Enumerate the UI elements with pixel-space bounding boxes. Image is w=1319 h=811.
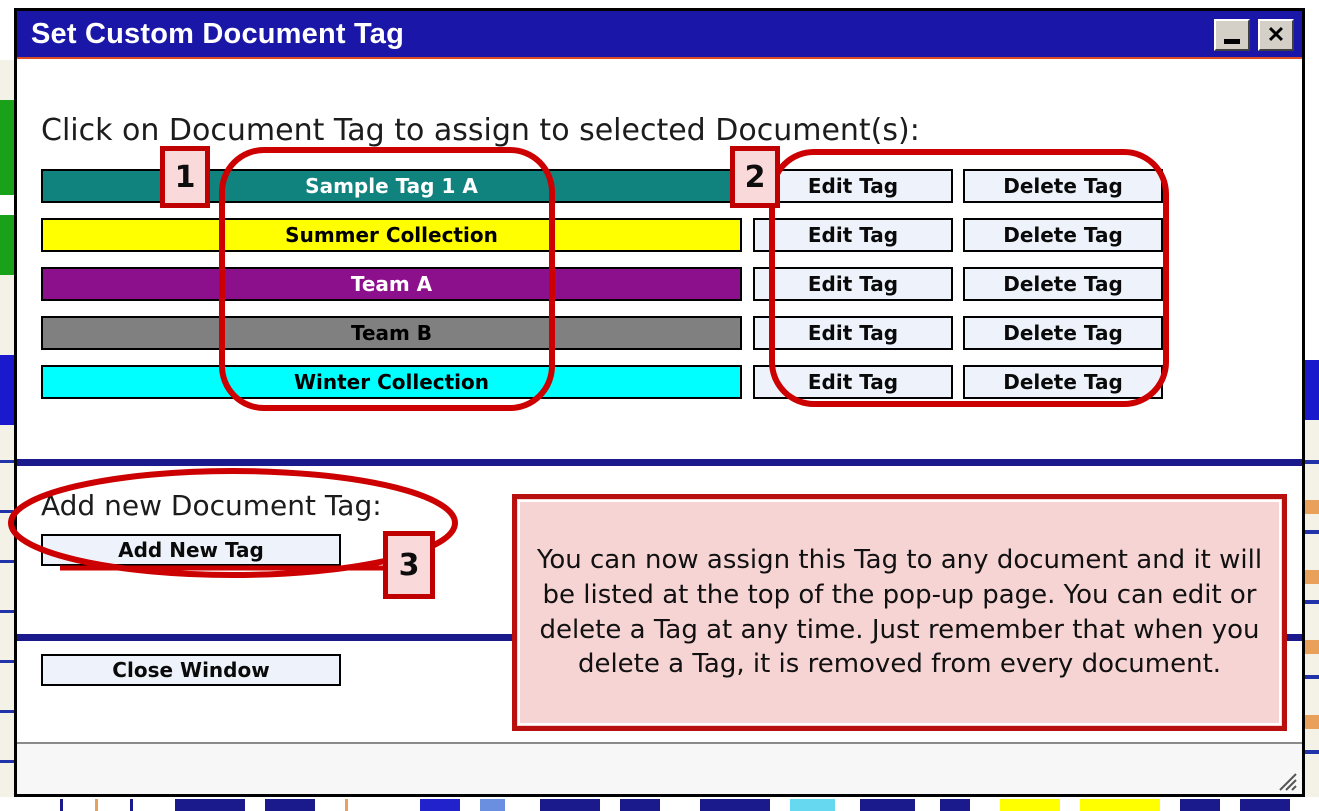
- bleed-chip: [0, 760, 14, 763]
- minimize-icon: [1224, 38, 1240, 44]
- callout-badge-1: 1: [160, 146, 210, 208]
- edit-tag-button[interactable]: Edit Tag: [753, 267, 953, 301]
- bleed-chip: [1305, 750, 1319, 754]
- edit-tag-button[interactable]: Edit Tag: [753, 169, 953, 203]
- close-button[interactable]: ✕: [1258, 19, 1294, 51]
- bleed-chip: [0, 710, 14, 713]
- background-sheet-left: [0, 60, 14, 800]
- close-icon: ✕: [1266, 22, 1286, 47]
- bleed-chip: [1305, 60, 1319, 360]
- status-bar: [17, 742, 1302, 794]
- bleed-chip: [0, 215, 14, 275]
- tag-button[interactable]: Team B: [41, 316, 742, 350]
- tag-button[interactable]: Team A: [41, 267, 742, 301]
- tag-button[interactable]: Summer Collection: [41, 218, 742, 252]
- add-new-tag-button[interactable]: Add New Tag: [41, 534, 341, 566]
- bleed-chip: [0, 100, 14, 195]
- bleed-chip: [1305, 500, 1319, 514]
- bleed-chip: [1305, 570, 1319, 584]
- bleed-chip: [0, 660, 14, 663]
- background-sheet-right: [1305, 60, 1319, 800]
- close-window-button[interactable]: Close Window: [41, 654, 341, 686]
- window-title: Set Custom Document Tag: [31, 18, 405, 50]
- delete-tag-button[interactable]: Delete Tag: [963, 218, 1163, 252]
- bleed-chip: [1305, 460, 1319, 464]
- tag-list: Sample Tag 1 A Edit Tag Delete Tag Summer C…: [41, 169, 1171, 414]
- resize-grip-icon[interactable]: [1274, 768, 1298, 792]
- tag-row: Winter Collection Edit Tag Delete Tag: [41, 365, 1171, 399]
- bleed-chip: [1305, 715, 1319, 729]
- callout-badge-3: 3: [383, 531, 435, 599]
- callout-badge-2: 2: [730, 146, 780, 208]
- bleed-chip: [1305, 530, 1319, 534]
- tag-row: Team B Edit Tag Delete Tag: [41, 316, 1171, 350]
- edit-tag-button[interactable]: Edit Tag: [753, 365, 953, 399]
- tag-row: Team A Edit Tag Delete Tag: [41, 267, 1171, 301]
- tag-row: Summer Collection Edit Tag Delete Tag: [41, 218, 1171, 252]
- tag-button[interactable]: Sample Tag 1 A: [41, 169, 742, 203]
- edit-tag-button[interactable]: Edit Tag: [753, 316, 953, 350]
- tag-row: Sample Tag 1 A Edit Tag Delete Tag: [41, 169, 1171, 203]
- minimize-button[interactable]: [1214, 19, 1250, 51]
- bleed-chip: [0, 510, 14, 513]
- bleed-chip: [0, 460, 14, 463]
- edit-tag-button[interactable]: Edit Tag: [753, 218, 953, 252]
- add-new-tag-label: Add new Document Tag:: [41, 489, 382, 522]
- section-divider-top: [17, 459, 1302, 466]
- bleed-chip: [1305, 360, 1319, 420]
- bleed-chip: [1305, 600, 1319, 604]
- annotation-callout-box: You can now assign this Tag to any docum…: [512, 494, 1287, 731]
- bleed-chip: [0, 355, 14, 425]
- bleed-chip: [1305, 675, 1319, 679]
- delete-tag-button[interactable]: Delete Tag: [963, 365, 1163, 399]
- tag-button[interactable]: Winter Collection: [41, 365, 742, 399]
- window-title-bar: Set Custom Document Tag ✕: [17, 11, 1302, 59]
- delete-tag-button[interactable]: Delete Tag: [963, 267, 1163, 301]
- delete-tag-button[interactable]: Delete Tag: [963, 316, 1163, 350]
- bleed-chip: [0, 560, 14, 563]
- background-sheet-bottom: [0, 797, 1319, 811]
- bleed-chip: [1305, 640, 1319, 654]
- bleed-chip: [0, 610, 14, 613]
- delete-tag-button[interactable]: Delete Tag: [963, 169, 1163, 203]
- page-heading: Click on Document Tag to assign to selec…: [41, 113, 920, 148]
- bleed-chip: [0, 195, 14, 215]
- annotation-callout-text: You can now assign this Tag to any docum…: [536, 545, 1263, 680]
